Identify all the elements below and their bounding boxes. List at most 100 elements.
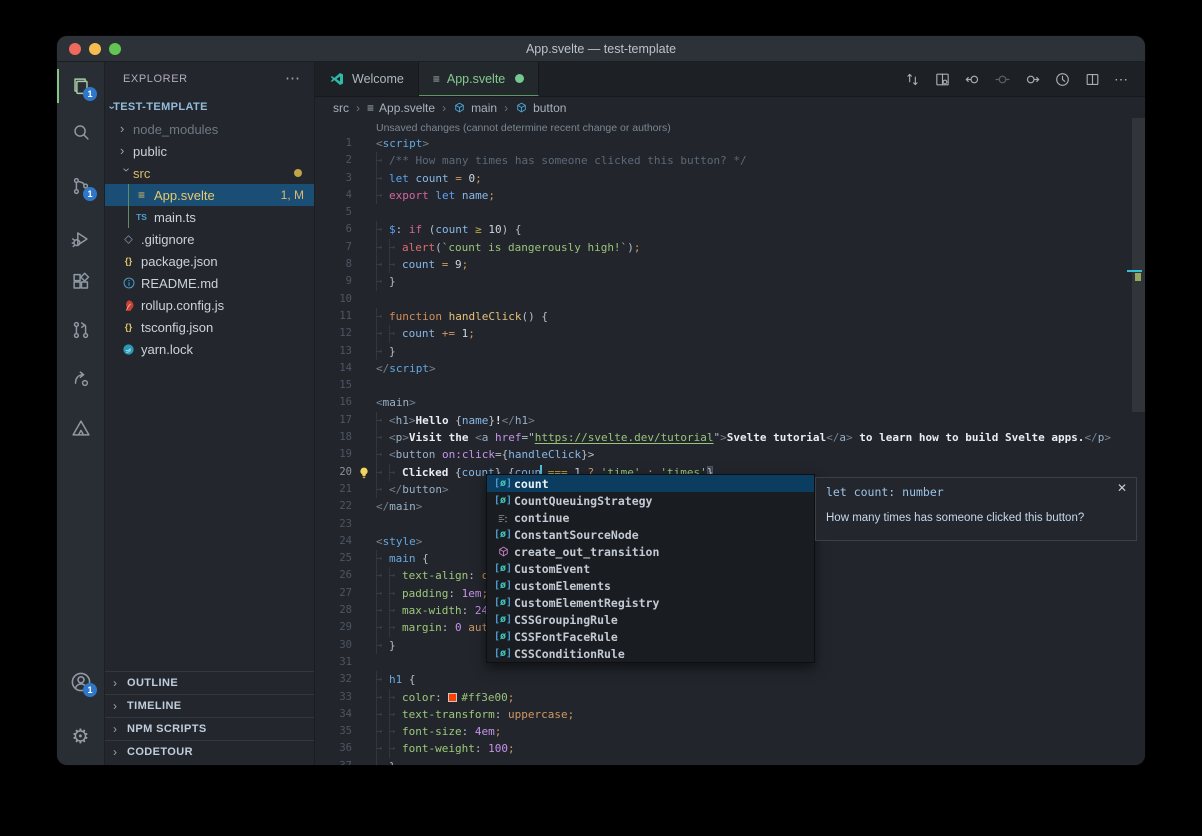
suggestion-count[interactable]: [ø]count: [487, 475, 814, 492]
unsaved-dot[interactable]: [515, 74, 524, 83]
start-tour-icon[interactable]: [1054, 71, 1071, 88]
line-content: →→color: #ff3e00;: [376, 689, 514, 706]
breadcrumb-app-svelte[interactable]: ≡App.svelte: [367, 101, 435, 115]
code-line[interactable]: 10: [315, 291, 1145, 308]
svelte-icon: ≡: [133, 190, 150, 200]
tree-item-package-json[interactable]: {}package.json: [105, 250, 314, 272]
open-changes-icon[interactable]: [904, 71, 921, 88]
tree-item-rollup-config-js[interactable]: rollup.config.js: [105, 294, 314, 316]
code-editor[interactable]: Unsaved changes (cannot determine recent…: [315, 118, 1145, 765]
sidebar-section-codetour[interactable]: ›CODETOUR: [105, 740, 314, 763]
code-line[interactable]: 4→export let name;: [315, 187, 1145, 204]
nav-back-icon[interactable]: [964, 71, 981, 88]
sidebar-section-npm-scripts[interactable]: ›NPM SCRIPTS: [105, 717, 314, 740]
line-content: [376, 291, 389, 308]
activity-github-pr[interactable]: [57, 308, 104, 352]
code-line[interactable]: 6→$: if (count ≥ 10) {: [315, 221, 1145, 238]
split-editor-icon[interactable]: [1084, 71, 1101, 88]
tree-item-yarn-lock[interactable]: yarn.lock: [105, 338, 314, 360]
code-line[interactable]: 5: [315, 204, 1145, 221]
cube-icon: [492, 545, 514, 558]
activity-search[interactable]: [57, 110, 104, 154]
code-line[interactable]: 13→}: [315, 343, 1145, 360]
code-line[interactable]: 34→→text-transform: uppercase;: [315, 706, 1145, 723]
activity-explorer[interactable]: 1: [57, 64, 104, 108]
tree-item-readme-md[interactable]: README.md: [105, 272, 314, 294]
suggestion-continue[interactable]: continue: [487, 509, 814, 526]
code-line[interactable]: 12→→count += 1;: [315, 325, 1145, 342]
code-line[interactable]: 2→/** How many times has someone clicked…: [315, 152, 1145, 169]
nav-forward-icon[interactable]: [1024, 71, 1041, 88]
suggestion-cssfontfacerule[interactable]: [ø]CSSFontFaceRule: [487, 628, 814, 645]
tree-item--gitignore[interactable]: .gitignore: [105, 228, 314, 250]
code-line[interactable]: 1<script>: [315, 135, 1145, 152]
tab-app-svelte[interactable]: ≡App.svelte: [419, 62, 539, 96]
close-icon[interactable]: ✕: [1117, 481, 1127, 495]
line-content: →function handleClick() {: [376, 308, 548, 325]
code-line[interactable]: 37→}: [315, 758, 1145, 765]
tree-item-main-ts[interactable]: TSmain.ts: [105, 206, 314, 228]
symbol-icon: [515, 101, 528, 114]
code-line[interactable]: 3→let count = 0;: [315, 170, 1145, 187]
activity-settings[interactable]: ⚙: [57, 714, 104, 758]
sidebar-section-outline[interactable]: ›OUTLINE: [105, 671, 314, 694]
code-line[interactable]: 16<main>: [315, 394, 1145, 411]
line-number: 5: [315, 204, 352, 221]
activity-source-control[interactable]: 1: [57, 164, 104, 208]
activity-accounts[interactable]: 1: [57, 660, 104, 704]
tree-item-src[interactable]: ›src: [105, 162, 314, 184]
suggestion-customevent[interactable]: [ø]CustomEvent: [487, 560, 814, 577]
breadcrumb-main[interactable]: main: [453, 101, 497, 115]
code-line[interactable]: 35→→font-size: 4em;: [315, 723, 1145, 740]
suggestion-countqueuingstrategy[interactable]: [ø]CountQueuingStrategy: [487, 492, 814, 509]
title-bar[interactable]: App.svelte — test-template: [57, 36, 1145, 62]
code-line[interactable]: 32→h1 {: [315, 671, 1145, 688]
code-line[interactable]: 33→→color: #ff3e00;: [315, 689, 1145, 706]
tab-label: App.svelte: [447, 72, 505, 86]
suggestion-constantsourcenode[interactable]: [ø]ConstantSourceNode: [487, 526, 814, 543]
code-line[interactable]: 17→<h1>Hello {name}!</h1>: [315, 412, 1145, 429]
line-number: 2: [315, 152, 352, 169]
suggestion-customelements[interactable]: [ø]customElements: [487, 577, 814, 594]
tree-item-app-svelte[interactable]: ≡App.svelte1, M: [105, 184, 314, 206]
scrollbar-thumb[interactable]: [1132, 118, 1145, 412]
code-line[interactable]: 15: [315, 377, 1145, 394]
sidebar-section-timeline[interactable]: ›TIMELINE: [105, 694, 314, 717]
line-number: 17: [315, 412, 352, 429]
suggestion-cssconditionrule[interactable]: [ø]CSSConditionRule: [487, 645, 814, 662]
minimize-window-button[interactable]: [89, 43, 101, 55]
line-number: 18: [315, 429, 352, 446]
tree-item-tsconfig-json[interactable]: {}tsconfig.json: [105, 316, 314, 338]
suggestion-cssgroupingrule[interactable]: [ø]CSSGroupingRule: [487, 611, 814, 628]
zoom-window-button[interactable]: [109, 43, 121, 55]
activity-codetour[interactable]: [57, 406, 104, 450]
close-window-button[interactable]: [69, 43, 81, 55]
codelens-annotation[interactable]: Unsaved changes (cannot determine recent…: [376, 121, 1145, 135]
code-line[interactable]: 14</script>: [315, 360, 1145, 377]
activity-extensions[interactable]: [57, 260, 104, 304]
code-line[interactable]: 19→<button on:click={handleClick}>: [315, 446, 1145, 463]
activity-live-share[interactable]: [57, 358, 104, 402]
breadcrumb-src[interactable]: src: [333, 101, 349, 115]
activity-run-debug[interactable]: [57, 217, 104, 261]
code-line[interactable]: 11→function handleClick() {: [315, 308, 1145, 325]
more-actions-icon[interactable]: ⋯: [285, 74, 300, 84]
suggestion-customelementregistry[interactable]: [ø]CustomElementRegistry: [487, 594, 814, 611]
breadcrumb-button[interactable]: button: [515, 101, 566, 115]
code-line[interactable]: 8→→count = 9;: [315, 256, 1145, 273]
line-number: 22: [315, 498, 352, 515]
line-number: 30: [315, 637, 352, 654]
suggestion-create_out_transition[interactable]: create_out_transition: [487, 543, 814, 560]
tab-bar: Welcome≡App.svelte ⋯: [315, 62, 1145, 97]
code-line[interactable]: 9→}: [315, 273, 1145, 290]
tree-root-test-template[interactable]: › TEST-TEMPLATE: [105, 96, 314, 118]
tree-item-node-modules[interactable]: ›node_modules: [105, 118, 314, 140]
code-line[interactable]: 36→→font-weight: 100;: [315, 740, 1145, 757]
lightbulb-icon[interactable]: [357, 466, 371, 480]
code-line[interactable]: 18→<p>Visit the <a href="https://svelte.…: [315, 429, 1145, 446]
tab-welcome[interactable]: Welcome: [315, 62, 419, 96]
open-preview-icon[interactable]: [934, 71, 951, 88]
code-line[interactable]: 7→→alert(`count is dangerously high!`);: [315, 239, 1145, 256]
more-actions-icon[interactable]: ⋯: [1114, 71, 1129, 88]
tree-item-public[interactable]: ›public: [105, 140, 314, 162]
